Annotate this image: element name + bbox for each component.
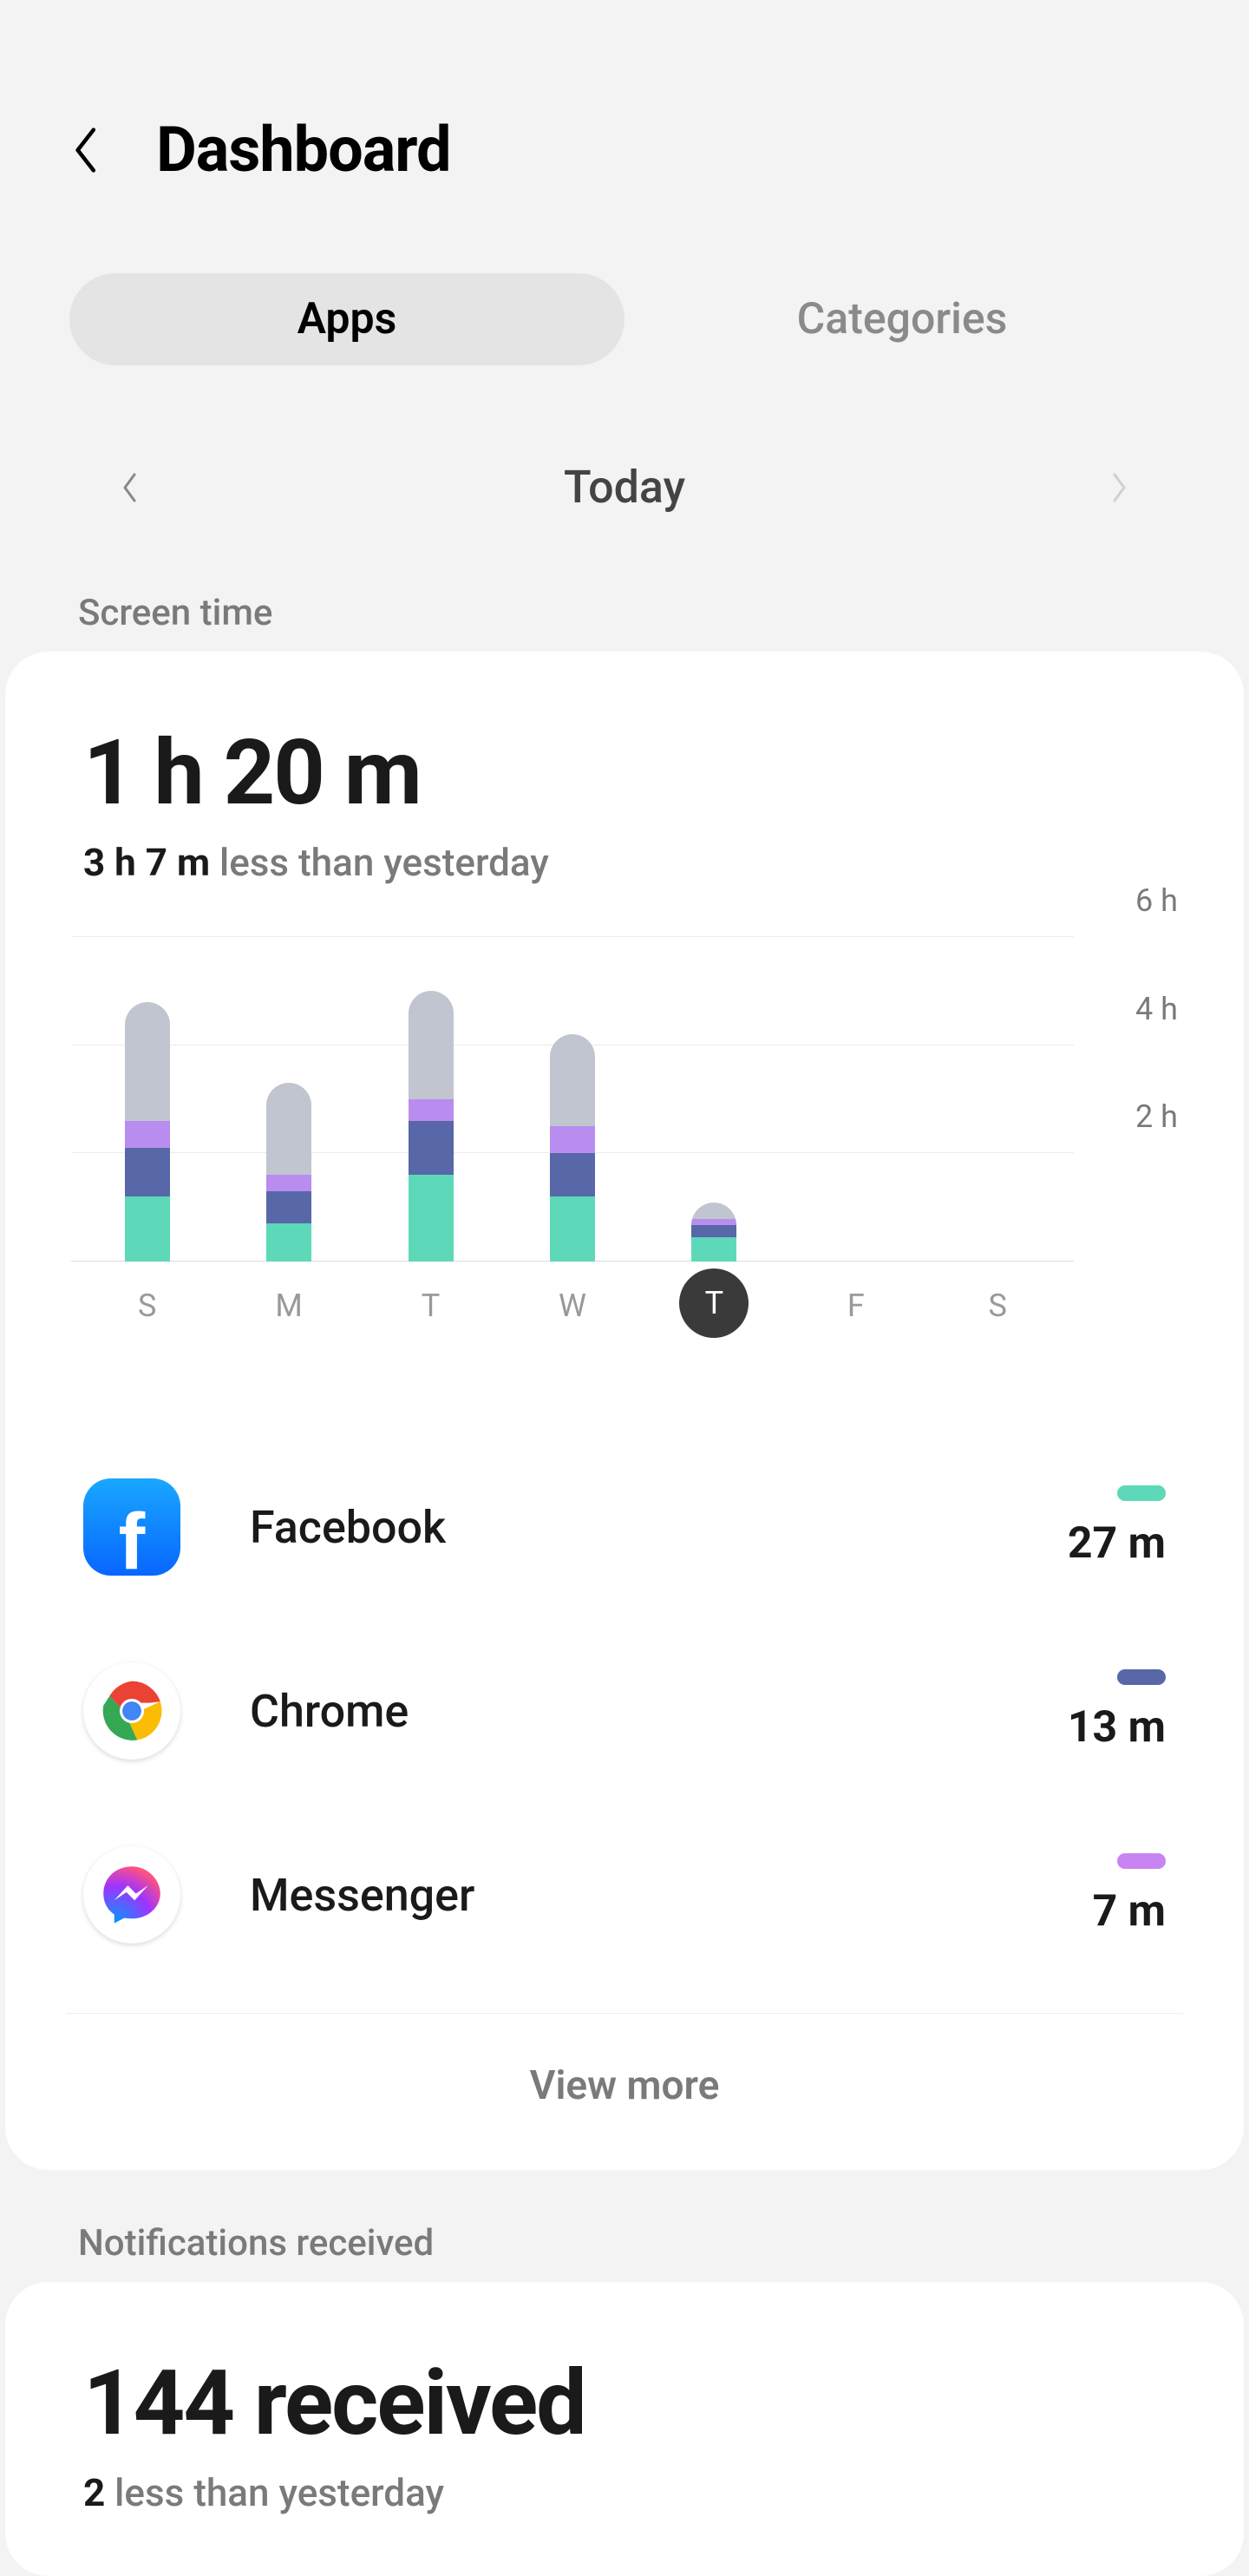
chart-bar[interactable] [691, 1203, 736, 1262]
chart-y-label: 6 h [1135, 882, 1178, 919]
app-time: 7 m [1093, 1886, 1166, 1937]
app-name: Messenger [250, 1869, 1093, 1922]
app-name: Chrome [250, 1685, 1068, 1738]
app-icon [83, 1662, 180, 1760]
chart-bar-segment [409, 1175, 454, 1262]
chart-bar-segment [125, 1002, 170, 1121]
notifications-diff: 2 less than yesterday [5, 2456, 1244, 2524]
chart-bar-segment [550, 1153, 595, 1196]
tab-categories[interactable]: Categories [624, 273, 1180, 365]
date-navigation: Today [0, 391, 1249, 592]
chart-x-label[interactable]: T [409, 1288, 454, 1357]
chart-bar[interactable] [550, 1034, 595, 1262]
chart-bar-segment [409, 1099, 454, 1121]
chart-bar-segment [550, 1034, 595, 1126]
date-next-button [1102, 470, 1136, 505]
chart-x-label[interactable]: S [125, 1288, 170, 1357]
app-name: Facebook [250, 1501, 1068, 1554]
app-list: fFacebook27 mChrome13 mMessenger7 m [5, 1400, 1244, 1987]
tab-apps[interactable]: Apps [69, 273, 624, 365]
chart-bar-segment [266, 1191, 311, 1223]
chart-bar-segment [691, 1219, 736, 1225]
notifications-diff-value: 2 [83, 2470, 105, 2515]
notifications-section-label: Notifications received [0, 2222, 1249, 2282]
chart-bar-segment [266, 1223, 311, 1262]
chart-x-label[interactable]: F [834, 1288, 879, 1357]
app-color-pill [1117, 1853, 1166, 1869]
screen-time-chart[interactable]: 6 h4 h2 h SMTWTFS [5, 937, 1244, 1400]
chart-bar-segment [691, 1237, 736, 1262]
date-label[interactable]: Today [564, 461, 685, 514]
chart-x-label[interactable]: W [550, 1288, 595, 1357]
app-time-wrap: 27 m [1068, 1485, 1166, 1569]
page-title: Dashboard [156, 113, 451, 187]
date-prev-button[interactable] [113, 470, 147, 505]
notifications-total: 144 received [5, 2351, 1244, 2456]
chart-bar[interactable] [125, 1002, 170, 1262]
chart-bar-segment [550, 1126, 595, 1153]
chart-y-label: 2 h [1135, 1098, 1178, 1135]
chart-bar-segment [266, 1175, 311, 1191]
chart-bar-segment [409, 991, 454, 1099]
chart-bar-segment [266, 1083, 311, 1175]
tab-bar: Apps Categories [0, 239, 1249, 391]
app-row[interactable]: f Facebook27 m [83, 1435, 1166, 1619]
notifications-card: 144 received 2 less than yesterday [5, 2282, 1244, 2576]
chart-bar-segment [125, 1121, 170, 1148]
chart-bar-segment [550, 1196, 595, 1262]
chart-bar[interactable] [409, 991, 454, 1262]
screen-time-diff-text: less than yesterday [210, 840, 549, 885]
chart-bar[interactable] [266, 1083, 311, 1262]
app-color-pill [1117, 1485, 1166, 1501]
app-icon: f [83, 1478, 180, 1576]
app-color-pill [1117, 1669, 1166, 1685]
chart-bar-segment [691, 1203, 736, 1219]
chart-y-label: 4 h [1135, 991, 1178, 1027]
app-time-wrap: 7 m [1093, 1853, 1166, 1937]
notifications-diff-text: less than yesterday [105, 2470, 444, 2515]
chart-x-label[interactable]: M [266, 1288, 311, 1357]
screen-time-section-label: Screen time [0, 592, 1249, 652]
screen-time-diff-value: 3 h 7 m [83, 840, 210, 885]
chart-bar-segment [125, 1196, 170, 1262]
back-button[interactable] [69, 124, 104, 176]
chart-bar-segment [125, 1148, 170, 1196]
chart-bar-segment [409, 1121, 454, 1175]
app-time-wrap: 13 m [1068, 1669, 1166, 1753]
screen-time-card: 1 h 20 m 3 h 7 m less than yesterday 6 h… [5, 652, 1244, 2170]
app-icon [83, 1846, 180, 1943]
app-row[interactable]: Messenger7 m [83, 1803, 1166, 1987]
app-time: 27 m [1068, 1518, 1166, 1569]
chart-x-label[interactable]: T [691, 1288, 736, 1357]
chart-bar-segment [691, 1225, 736, 1237]
view-more-button[interactable]: View more [5, 2014, 1244, 2170]
chart-x-label[interactable]: S [975, 1288, 1020, 1357]
screen-time-total: 1 h 20 m [5, 721, 1244, 826]
screen-time-diff: 3 h 7 m less than yesterday [5, 826, 1244, 937]
app-row[interactable]: Chrome13 m [83, 1619, 1166, 1803]
app-time: 13 m [1068, 1702, 1166, 1753]
